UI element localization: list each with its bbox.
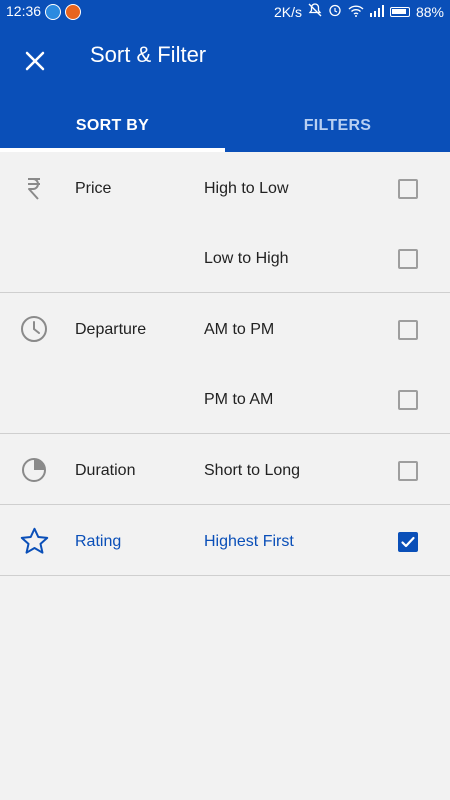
app-bar: Sort & Filter SORT BY FILTERS xyxy=(0,24,450,152)
checkbox-high-to-low[interactable] xyxy=(398,179,418,199)
sort-row-departure-am-to-pm[interactable]: Departure AM to PM xyxy=(0,293,450,363)
sort-row-departure-pm-to-am[interactable]: PM to AM xyxy=(0,363,450,433)
rupee-icon xyxy=(28,178,40,200)
alarm-icon xyxy=(328,3,342,20)
pie-timer-icon xyxy=(22,458,46,482)
sort-row-rating-highest-first[interactable]: Rating Highest First xyxy=(0,505,450,575)
tab-sort-by-label: SORT BY xyxy=(75,117,150,134)
tab-filters-label: FILTERS xyxy=(303,117,372,134)
checkbox-short-to-long[interactable] xyxy=(398,461,418,481)
checkbox-am-to-pm[interactable] xyxy=(398,320,418,340)
sort-group-rating: Rating Highest First xyxy=(0,505,450,576)
signal-icon xyxy=(369,4,384,20)
checkmark-icon xyxy=(401,536,415,548)
checkbox-low-to-high[interactable] xyxy=(398,249,418,269)
clock-icon xyxy=(21,316,47,342)
page-title: Sort & Filter xyxy=(90,42,207,67)
network-speed: 2K/s xyxy=(273,3,302,20)
sort-group-duration: Duration Short to Long xyxy=(0,434,450,505)
mute-icon xyxy=(308,3,322,20)
tab-bar: SORT BY FILTERS xyxy=(0,100,450,152)
app-notification-icon xyxy=(65,4,81,20)
category-label-rating: Rating xyxy=(75,533,122,550)
close-button[interactable] xyxy=(18,44,52,78)
category-label-departure: Departure xyxy=(75,321,147,338)
battery-icon xyxy=(389,6,410,17)
option-label-high-to-low: High to Low xyxy=(204,180,289,197)
sort-group-price: Price High to Low Low to High xyxy=(0,152,450,293)
option-label-am-to-pm: AM to PM xyxy=(204,321,275,338)
category-label-price: Price xyxy=(75,180,112,197)
option-label-highest-first: Highest First xyxy=(204,533,294,550)
sort-row-price-high-to-low[interactable]: Price High to Low xyxy=(0,152,450,222)
option-label-low-to-high: Low to High xyxy=(204,250,289,267)
checkbox-highest-first[interactable] xyxy=(398,532,418,552)
close-icon xyxy=(25,51,45,71)
category-label-duration: Duration xyxy=(75,462,136,479)
notification-icon xyxy=(45,4,61,20)
option-label-pm-to-am: PM to AM xyxy=(204,391,274,408)
sort-row-duration-short-to-long[interactable]: Duration Short to Long xyxy=(0,434,450,504)
star-icon xyxy=(20,527,49,554)
status-time: 12:36 xyxy=(6,3,42,19)
option-label-short-to-long: Short to Long xyxy=(204,462,301,479)
checkbox-pm-to-am[interactable] xyxy=(398,390,418,410)
tab-sort-by[interactable]: SORT BY xyxy=(0,100,225,152)
battery-level: 88% xyxy=(415,3,444,20)
tab-filters[interactable]: FILTERS xyxy=(225,100,450,152)
wifi-icon xyxy=(348,4,364,20)
sort-options-list: Price High to Low Low to High Departure … xyxy=(0,152,450,576)
sort-group-departure: Departure AM to PM PM to AM xyxy=(0,293,450,434)
status-bar: 12:36 2K/s 88% xyxy=(0,0,450,24)
sort-row-price-low-to-high[interactable]: Low to High xyxy=(0,222,450,292)
